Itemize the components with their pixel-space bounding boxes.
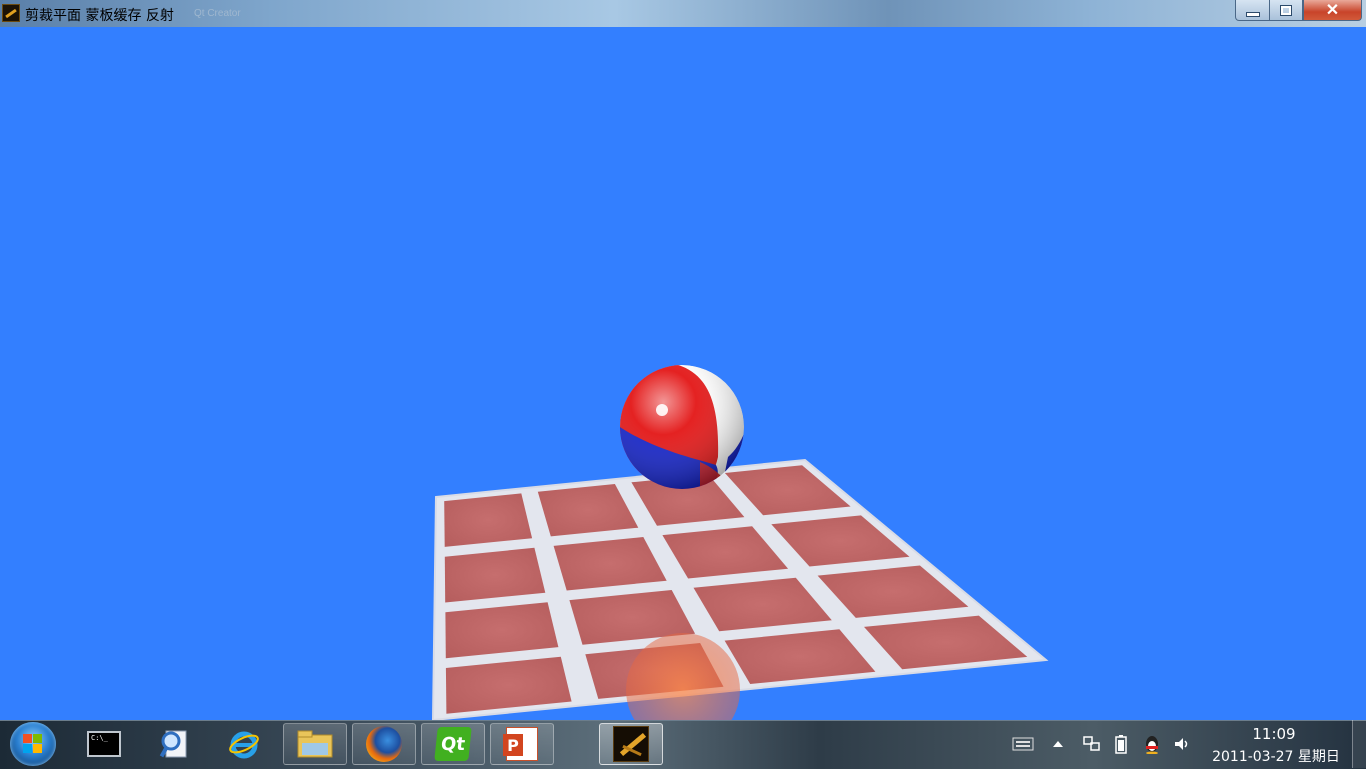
battery-icon[interactable] [1110,720,1132,768]
minimize-icon [1245,11,1260,17]
clock-date[interactable]: 2011-03-27 星期日 [1206,746,1346,766]
taskbar-cmd[interactable]: C:\_ [72,723,136,765]
window-titlebar[interactable]: 剪裁平面 蒙板缓存 反射 Qt Creator ✕ [0,0,1366,28]
start-button[interactable] [10,722,56,766]
volume-icon[interactable] [1170,720,1194,768]
cmd-icon: C:\_ [87,731,121,757]
opengl-viewport[interactable] [0,27,1366,720]
close-icon: ✕ [1325,2,1340,19]
clock-time[interactable]: 11:09 [1248,725,1300,743]
taskbar-ie[interactable] [212,723,276,765]
restore-button[interactable] [1269,0,1303,21]
restore-icon [1280,4,1292,16]
taskbar-powerpoint[interactable]: P [490,723,554,765]
window-title: 剪裁平面 蒙板缓存 反射 [25,8,174,24]
minimize-button[interactable] [1235,0,1270,21]
taskbar-qt-creator[interactable]: Qt [421,723,485,765]
windows-logo-icon [23,734,43,754]
folder-icon [297,730,333,758]
scene-canvas [431,365,1049,720]
qq-icon[interactable] [1140,720,1164,768]
taskbar-explorer[interactable] [283,723,347,765]
keyboard-icon[interactable] [1010,720,1036,768]
search-doc-icon [159,730,187,758]
firefox-icon [366,726,402,762]
qt-icon: Qt [434,727,472,761]
chevron-up-icon [1053,741,1063,747]
show-desktop-button[interactable] [1352,720,1366,768]
dragon-icon [613,726,649,762]
network-icon[interactable] [1080,720,1104,768]
show-hidden-icons-button[interactable] [1048,720,1068,768]
ie-icon [229,731,259,759]
taskbar-search-docs[interactable] [142,723,206,765]
taskbar-firefox[interactable] [352,723,416,765]
close-button[interactable]: ✕ [1303,0,1362,21]
app-dragon-icon [2,4,20,22]
taskbar-opengl-app[interactable] [599,723,663,765]
floor-tile [444,493,533,547]
window-title-suffix: Qt Creator [194,8,241,19]
powerpoint-icon: P [503,727,538,761]
